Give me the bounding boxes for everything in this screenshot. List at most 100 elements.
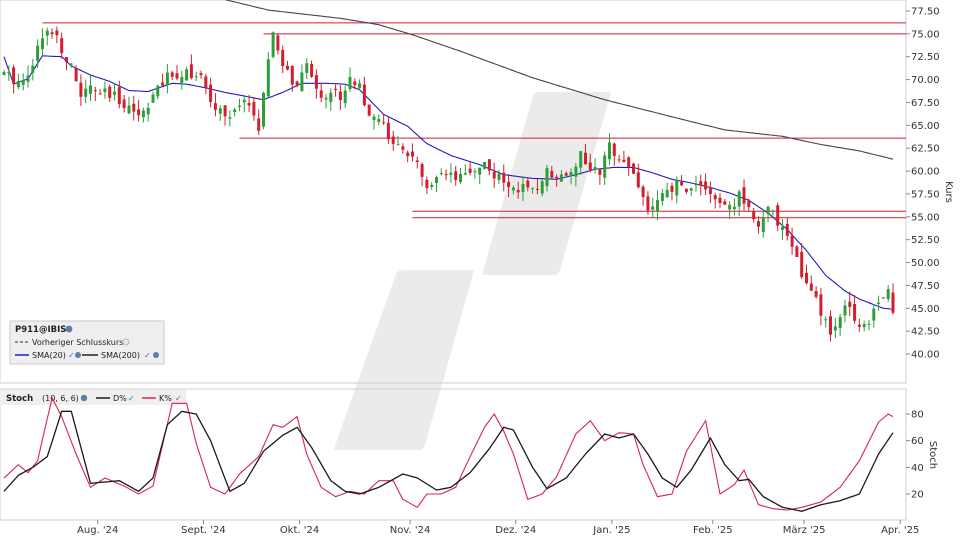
candle-body (632, 163, 635, 174)
x-tick-label: Nov. '24 (390, 525, 431, 536)
candle-body (113, 91, 116, 95)
candle-body (194, 76, 198, 78)
candle-body (555, 176, 559, 179)
legend-item-prev-close: Vorheriger Schlusskurs (32, 338, 123, 347)
candle-body (238, 105, 241, 107)
candle-body (122, 99, 126, 109)
candle-body (257, 118, 261, 131)
candle-body (857, 324, 861, 327)
candle-body (757, 221, 760, 227)
candle-body (766, 206, 770, 215)
candle-body (93, 90, 97, 92)
candle-body (2, 72, 6, 75)
candle-body (752, 211, 756, 220)
eye-icon[interactable] (122, 338, 130, 346)
stoch-panel: Stoch (10, 6, 6) D% ✓ K% ✓ 20 40 60 80 Stoc… (0, 388, 938, 521)
candle-body (266, 59, 270, 97)
candle-body (132, 103, 136, 112)
globe-icon[interactable] (80, 394, 88, 402)
candle-body (829, 316, 832, 335)
y-tick-label: 62.50 (911, 144, 940, 155)
y-tick-label: 47.50 (911, 281, 940, 292)
candle-body (781, 227, 784, 230)
candle-body (771, 210, 775, 212)
candle-body (55, 30, 59, 36)
candle-body (848, 301, 852, 307)
y-tick-label: 50.00 (911, 258, 940, 269)
candle-body (516, 190, 520, 193)
candle-body (747, 200, 751, 208)
candle-body (348, 77, 352, 90)
candle-body (814, 291, 818, 297)
candle-body (459, 173, 462, 183)
candle-body (300, 72, 304, 91)
candle-body (45, 30, 49, 36)
x-tick-label: Apr. '25 (881, 525, 919, 536)
candle-body (588, 162, 592, 170)
d-line (3, 410, 894, 512)
candle-body (723, 201, 727, 205)
globe-icon[interactable] (75, 352, 81, 358)
candle-body (233, 109, 237, 112)
candle-body (362, 84, 366, 106)
candle-body (430, 184, 434, 187)
candle-body (415, 160, 419, 162)
candle-body (819, 294, 823, 316)
candle-body (478, 167, 482, 175)
candle-body (16, 81, 20, 88)
candle-body (286, 65, 289, 70)
y-tick-label: 57.50 (911, 189, 940, 200)
candle-body (742, 187, 746, 204)
candle-body (790, 235, 794, 247)
candle-body (559, 174, 563, 182)
candle-body (382, 122, 386, 124)
candle-body (199, 73, 203, 76)
candle-body (425, 179, 429, 189)
candle-body (694, 183, 698, 186)
candle-body (824, 319, 828, 321)
candle-body (502, 172, 506, 183)
candle-body (411, 151, 414, 157)
candle-body (137, 109, 141, 116)
candle-body (593, 167, 597, 170)
check-icon[interactable]: ✓ (68, 351, 75, 360)
candle-body (569, 172, 573, 177)
candle-body (622, 159, 626, 162)
candle-body (89, 85, 92, 94)
candle-body (406, 152, 410, 157)
candle-body (252, 102, 256, 116)
candle-body (338, 91, 342, 100)
candle-body (795, 246, 799, 257)
chart-svg: 40.00 42.50 45.00 47.50 50.00 52.50 55.00 57.50… (0, 0, 954, 536)
candle-body (324, 97, 328, 100)
candle-body (680, 181, 684, 186)
globe-icon[interactable] (153, 352, 159, 358)
candle-body (737, 191, 741, 207)
chart-stage: 40.00 42.50 45.00 47.50 50.00 52.50 55.00 57.50… (0, 0, 960, 540)
price-y-axis-label: Kurs (943, 181, 954, 203)
candle-body (608, 142, 611, 160)
candle-body (636, 172, 640, 188)
check-icon[interactable]: ✓ (144, 351, 151, 360)
candle-body (262, 92, 265, 127)
candle-body (305, 63, 309, 73)
candle-body (314, 75, 318, 89)
candle-body (473, 171, 477, 173)
x-tick-label: März '25 (783, 525, 826, 536)
candle-body (247, 103, 251, 106)
check-icon[interactable]: ✓ (175, 394, 182, 403)
candle-body (386, 122, 390, 140)
stoch-tick-label: 20 (911, 490, 924, 501)
candle-body (74, 68, 78, 81)
support-resistance-lines (42, 22, 906, 219)
globe-icon[interactable] (65, 325, 73, 333)
y-tick-label: 52.50 (911, 235, 940, 246)
candle-body (358, 83, 362, 89)
legend-item-sma200: SMA(200) (101, 351, 140, 360)
candle-body (713, 195, 717, 200)
candle-body (180, 77, 184, 83)
candle-body (641, 186, 645, 197)
candle-body (165, 72, 169, 86)
candle-body (127, 105, 131, 114)
check-icon[interactable]: ✓ (128, 394, 135, 403)
